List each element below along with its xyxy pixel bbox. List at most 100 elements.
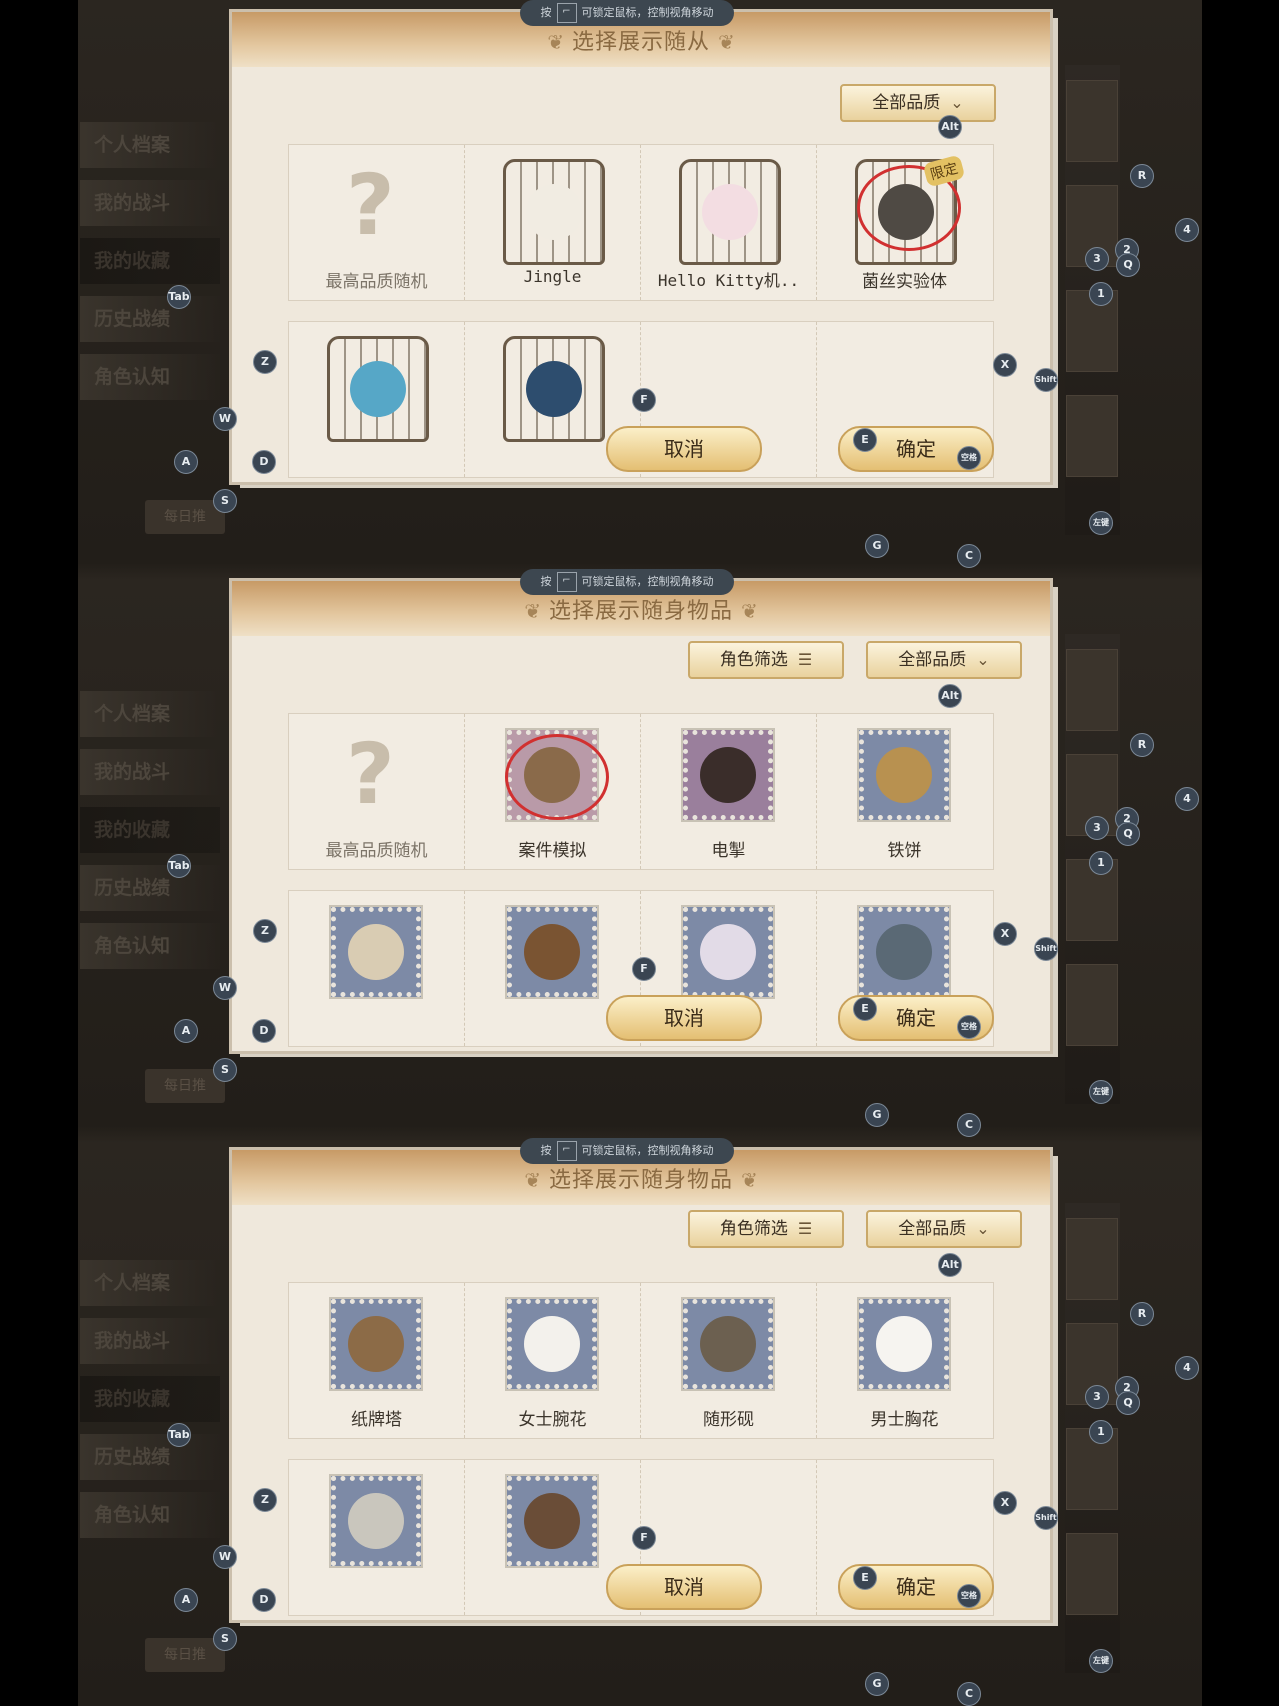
grid-cell[interactable]: 男士胸花 bbox=[817, 1283, 992, 1438]
key-hint-z: Z bbox=[253, 919, 277, 943]
key-hint-shift: Shift bbox=[1034, 368, 1058, 392]
grid-cell[interactable]: Hello Kitty机.. bbox=[641, 145, 817, 300]
cancel-button[interactable]: 取消 bbox=[606, 426, 762, 472]
key-hint-c: C bbox=[957, 1682, 981, 1706]
item-art-icon bbox=[876, 747, 932, 803]
hint-text: 可锁定鼠标，控制视角移动 bbox=[581, 575, 714, 588]
key-hint-g: G bbox=[865, 1672, 889, 1696]
quality-dropdown[interactable]: 全部品质 ⌄ bbox=[840, 84, 996, 122]
side-nav: 个人档案我的战斗我的收藏历史战绩角色认知 bbox=[80, 691, 220, 981]
role-filter-button[interactable]: 角色筛选 ☰ bbox=[688, 641, 844, 679]
keycap-icon: ⌐ bbox=[556, 1141, 577, 1161]
item-label: Hello Kitty机.. bbox=[657, 271, 800, 290]
key-hint-e: E bbox=[853, 1566, 877, 1590]
item-label: 电掣 bbox=[711, 841, 746, 861]
side-nav: 个人档案我的战斗我的收藏历史战绩角色认知 bbox=[80, 1260, 220, 1550]
side-nav-item[interactable]: 个人档案 bbox=[80, 122, 220, 168]
key-hint-c: C bbox=[957, 544, 981, 568]
key-hint-leftclick: 左键 bbox=[1089, 1649, 1113, 1673]
item-art-icon bbox=[876, 1316, 932, 1372]
grid-cell[interactable]: 案件模拟 bbox=[465, 714, 641, 869]
lock-mouse-hint: 按 ⌐ 可锁定鼠标，控制视角移动 bbox=[520, 1138, 734, 1164]
cancel-button[interactable]: 取消 bbox=[606, 995, 762, 1041]
key-hint-r: R bbox=[1130, 1302, 1154, 1326]
item-label: 随形砚 bbox=[703, 1410, 754, 1430]
key-hint-three: 3 bbox=[1085, 247, 1109, 271]
item-label: 铁饼 bbox=[887, 841, 922, 861]
key-hint-one: 1 bbox=[1089, 1420, 1113, 1444]
side-nav-item[interactable]: 个人档案 bbox=[80, 691, 220, 737]
key-hint-four: 4 bbox=[1175, 787, 1199, 811]
item-label: 纸牌塔 bbox=[351, 1410, 402, 1430]
role-filter-button[interactable]: 角色筛选 ☰ bbox=[688, 1210, 844, 1248]
side-nav-item[interactable]: 我的收藏 bbox=[80, 807, 220, 853]
chevron-down-icon: ⌄ bbox=[950, 93, 964, 112]
quality-dropdown[interactable]: 全部品质 ⌄ bbox=[866, 1210, 1022, 1248]
grid-cell[interactable]: 女士腕花 bbox=[465, 1283, 641, 1438]
right-side-card bbox=[1066, 80, 1118, 162]
side-nav-item[interactable]: 我的收藏 bbox=[80, 238, 220, 284]
item-art-icon bbox=[700, 1316, 756, 1372]
item-label: 男士胸花 bbox=[870, 1410, 939, 1430]
grid-cell[interactable]: 随形砚 bbox=[641, 1283, 817, 1438]
discus-stamp-icon bbox=[857, 728, 951, 822]
role-filter-label: 角色筛选 bbox=[719, 650, 788, 670]
side-nav-item[interactable]: 我的战斗 bbox=[80, 749, 220, 795]
side-nav-item[interactable]: 角色认知 bbox=[80, 923, 220, 969]
doll-stamp-icon bbox=[505, 1474, 599, 1568]
boutonniere-stamp-icon bbox=[857, 1297, 951, 1391]
item-label: Jingle bbox=[523, 267, 582, 286]
blue-bird-cage-icon bbox=[327, 336, 429, 442]
side-nav-item[interactable]: 我的战斗 bbox=[80, 180, 220, 226]
side-nav-item[interactable]: 个人档案 bbox=[80, 1260, 220, 1306]
hint-text: 可锁定鼠标，控制视角移动 bbox=[581, 1144, 714, 1157]
side-nav-item[interactable]: 历史战绩 bbox=[80, 1434, 220, 1480]
key-hint-alt: Alt bbox=[938, 684, 962, 708]
card-tower-stamp-icon bbox=[329, 1297, 423, 1391]
key-hint-shift: Shift bbox=[1034, 1506, 1058, 1530]
cancel-button[interactable]: 取消 bbox=[606, 1564, 762, 1610]
key-hint-space: 空格 bbox=[957, 1015, 981, 1039]
key-hint-a: A bbox=[174, 1588, 198, 1612]
key-hint-tab: Tab bbox=[167, 285, 191, 309]
key-hint-leftclick: 左键 bbox=[1089, 1080, 1113, 1104]
grid-cell[interactable]: 纸牌塔 bbox=[289, 1283, 465, 1438]
quality-dropdown[interactable]: 全部品质 ⌄ bbox=[866, 641, 1022, 679]
leaf-ornament-icon: ❦ bbox=[718, 30, 735, 54]
side-nav-item[interactable]: 历史战绩 bbox=[80, 865, 220, 911]
key-hint-alt: Alt bbox=[938, 115, 962, 139]
grid-cell[interactable] bbox=[289, 1460, 465, 1615]
grid-cell[interactable] bbox=[289, 891, 465, 1046]
grid-cell[interactable] bbox=[289, 322, 465, 477]
key-hint-d: D bbox=[252, 1588, 276, 1612]
leaf-ornament-icon: ❦ bbox=[741, 599, 758, 623]
right-side-card bbox=[1066, 1533, 1118, 1615]
hint-prefix: 按 bbox=[540, 1144, 552, 1157]
side-nav-item[interactable]: 角色认知 bbox=[80, 1492, 220, 1538]
key-hint-f: F bbox=[632, 957, 656, 981]
grid-cell[interactable]: ? 最高品质随机 bbox=[289, 714, 465, 869]
grid-cell[interactable]: ? 最高品质随机 bbox=[289, 145, 465, 300]
grid-cell[interactable]: 限定 菌丝实验体 bbox=[817, 145, 992, 300]
grid-row: 纸牌塔 女士腕花 随形砚 男士胸花 bbox=[288, 1282, 994, 1439]
frame-stamp-icon bbox=[505, 905, 599, 999]
grid-cell[interactable]: 电掣 bbox=[641, 714, 817, 869]
side-nav-item[interactable]: 历史战绩 bbox=[80, 296, 220, 342]
key-hint-r: R bbox=[1130, 164, 1154, 188]
white-dog-cage-icon bbox=[503, 159, 605, 265]
grid-cell[interactable]: Jingle bbox=[465, 145, 641, 300]
side-nav-item[interactable]: 我的收藏 bbox=[80, 1376, 220, 1422]
dialog-title: 选择展示随身物品 bbox=[548, 1168, 733, 1193]
item-art-icon bbox=[348, 1316, 404, 1372]
side-nav-item[interactable]: 角色认知 bbox=[80, 354, 220, 400]
inkstone-stamp-icon bbox=[681, 1297, 775, 1391]
side-nav-item[interactable]: 我的战斗 bbox=[80, 1318, 220, 1364]
grid-cell[interactable]: 铁饼 bbox=[817, 714, 992, 869]
quality-dropdown-label: 全部品质 bbox=[872, 93, 941, 113]
item-art-icon bbox=[524, 1493, 580, 1549]
keycap-icon: ⌐ bbox=[556, 572, 577, 592]
key-hint-x: X bbox=[993, 1491, 1017, 1515]
key-hint-a: A bbox=[174, 450, 198, 474]
item-art-icon bbox=[348, 1493, 404, 1549]
dialog-title: 选择展示随身物品 bbox=[548, 599, 733, 624]
